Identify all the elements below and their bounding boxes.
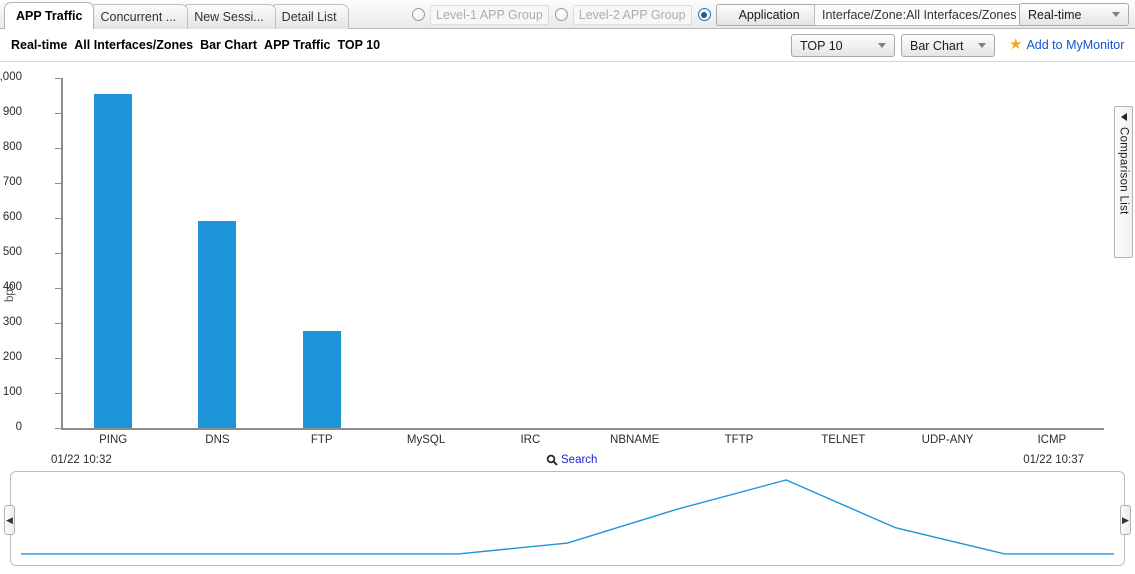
- y-axis-tick-label: 400: [2, 281, 22, 293]
- top-count-select[interactable]: TOP 10: [791, 34, 895, 57]
- tab-new-session[interactable]: New Sessi...: [182, 4, 276, 29]
- breadcrumb-item-0: Real-time: [11, 38, 68, 52]
- y-axis-tick: [55, 288, 61, 289]
- timeline-handle-left[interactable]: ◀: [4, 505, 15, 535]
- breadcrumb-item-2: Bar Chart: [200, 38, 258, 52]
- sparkline-path: [21, 479, 1114, 555]
- sparkline-svg: [21, 479, 1114, 555]
- y-axis-tick-label: 800: [2, 141, 22, 153]
- radio-label-level1: Level-1 APP Group: [430, 4, 549, 25]
- y-axis-tick: [55, 358, 61, 359]
- x-axis-tick-label: NBNAME: [610, 434, 660, 446]
- chevron-down-icon: [878, 43, 886, 48]
- add-to-mymonitor-label: Add to MyMonitor: [1026, 37, 1125, 52]
- x-axis-tick-label: ICMP: [1037, 434, 1067, 446]
- y-axis-tick: [55, 428, 61, 429]
- tab-label: APP Traffic: [16, 9, 83, 23]
- y-axis-tick-label: 200: [2, 351, 22, 363]
- chevron-down-icon: [1112, 12, 1120, 17]
- y-axis-tick: [55, 78, 61, 79]
- y-axis-tick-label: 500: [2, 246, 22, 258]
- tab-concurrent[interactable]: Concurrent ...: [88, 4, 189, 29]
- timeline-header: 01/22 10:32 Search 01/22 10:37: [0, 452, 1135, 472]
- y-axis-tick-label: 600: [2, 211, 22, 223]
- radio-item-level2[interactable]: Level-2 APP Group: [554, 4, 692, 25]
- sub-toolbar: Real-time All Interfaces/Zones Bar Chart AP…: [0, 29, 1135, 62]
- timeline-end-time: 01/22 10:37: [1023, 454, 1084, 466]
- x-axis-tick-label: DNS: [205, 434, 230, 446]
- chart-type-select[interactable]: Bar Chart: [901, 34, 995, 57]
- chart-bar[interactable]: [302, 331, 341, 428]
- add-to-mymonitor-button[interactable]: ★ Add to MyMonitor: [1009, 37, 1124, 52]
- y-axis-tick-label: 300: [2, 316, 22, 328]
- star-icon: ★: [1009, 36, 1023, 53]
- bar-chart: bps 01002003004005006007008009001,000PIN…: [0, 62, 1135, 452]
- tab-label: New Sessi...: [194, 10, 264, 24]
- interface-zone-field[interactable]: Interface/Zone:All Interfaces/Zones: [814, 4, 1025, 26]
- x-axis-tick-label: IRC: [520, 434, 541, 446]
- radio-button-level1-icon[interactable]: [412, 8, 425, 21]
- chart-plot-area: 0 100 200 300 400 500 600 700 800 900 1,000 PING DNS…: [0, 71, 1104, 446]
- search-icon: [546, 454, 558, 466]
- tab-label: Detail List: [281, 10, 337, 24]
- chart-bar[interactable]: [198, 220, 237, 428]
- y-axis-tick: [55, 148, 61, 149]
- x-axis-tick-label: TELNET: [821, 434, 866, 446]
- radio-item-application[interactable]: Application: [697, 3, 823, 26]
- y-axis-line: [61, 78, 63, 430]
- x-axis-tick-label: FTP: [310, 434, 333, 446]
- chevron-down-icon: [978, 43, 986, 48]
- y-axis-tick-label: 100: [2, 386, 22, 398]
- comparison-list-label: Comparison List: [1117, 127, 1130, 215]
- x-axis-tick-label: TFTP: [724, 434, 754, 446]
- y-axis-tick: [55, 323, 61, 324]
- tab-detail-list[interactable]: Detail List: [269, 4, 349, 29]
- y-axis-tick: [55, 393, 61, 394]
- timeline-handle-right[interactable]: ▶: [1120, 505, 1131, 535]
- radio-item-level1[interactable]: Level-1 APP Group: [412, 4, 549, 25]
- comparison-list-panel-toggle[interactable]: Comparison List: [1114, 106, 1133, 258]
- y-axis-tick-label: 1,000: [0, 71, 22, 83]
- group-level-radio-group: Level-1 APP Group Level-2 APP Group Appl…: [412, 0, 829, 29]
- top-count-select-label: TOP 10: [800, 38, 843, 53]
- search-label: Search: [561, 454, 598, 466]
- y-axis-tick: [55, 253, 61, 254]
- realtime-select[interactable]: Real-time: [1019, 3, 1129, 26]
- breadcrumb-item-4: TOP 10: [337, 38, 381, 52]
- tab-app-traffic[interactable]: APP Traffic: [4, 2, 95, 29]
- y-axis-tick-label: 0: [15, 421, 22, 433]
- y-axis-tick: [55, 113, 61, 114]
- chart-type-select-label: Bar Chart: [910, 38, 964, 53]
- x-axis-tick-label: UDP-ANY: [921, 434, 974, 446]
- chart-bar[interactable]: [94, 93, 133, 428]
- timeline-sparkline-chart[interactable]: [10, 471, 1125, 566]
- y-axis-tick-label: 900: [2, 106, 22, 118]
- search-button[interactable]: Search: [546, 454, 597, 466]
- realtime-select-label: Real-time: [1028, 7, 1082, 22]
- main-tab-strip: APP Traffic Concurrent ... New Sessi... …: [4, 2, 349, 29]
- timeline-start-time: 01/22 10:32: [51, 454, 112, 466]
- radio-label-level2: Level-2 APP Group: [572, 4, 692, 25]
- application-button[interactable]: Application: [715, 3, 823, 26]
- x-axis-tick-label: PING: [99, 434, 128, 446]
- breadcrumb-item-3: APP Traffic: [264, 38, 331, 52]
- x-axis-line: [61, 428, 1104, 430]
- breadcrumb: Real-time All Interfaces/Zones Bar Chart AP…: [11, 38, 387, 52]
- y-axis-tick-label: 700: [2, 176, 22, 188]
- breadcrumb-item-1: All Interfaces/Zones: [74, 38, 194, 52]
- top-toolbar: APP Traffic Concurrent ... New Sessi... …: [0, 0, 1135, 29]
- radio-button-application-icon[interactable]: [697, 8, 711, 21]
- x-axis-tick-label: MySQL: [406, 434, 446, 446]
- radio-button-level2-icon[interactable]: [554, 8, 568, 21]
- y-axis-tick: [55, 183, 61, 184]
- tab-label: Concurrent ...: [100, 10, 177, 24]
- triangle-left-icon: [1120, 113, 1127, 121]
- y-axis-tick: [55, 218, 61, 219]
